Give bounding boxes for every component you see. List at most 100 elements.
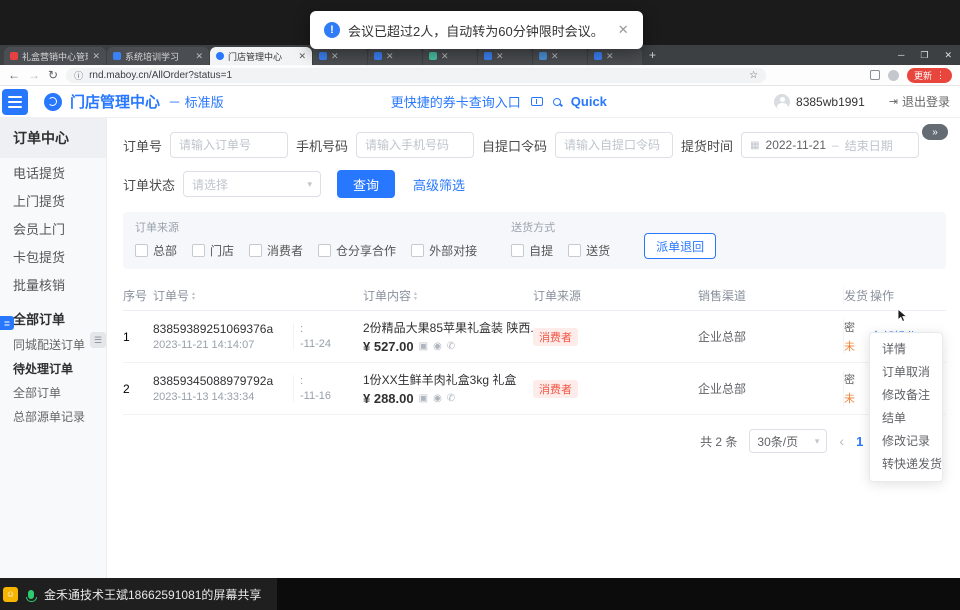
gift-icon[interactable]: ▣ — [419, 393, 428, 404]
reload-icon[interactable]: ↻ — [48, 69, 58, 81]
address-bar[interactable]: ⓘ rnd.maboy.cn/AllOrder?status=1 ☆ — [66, 68, 766, 83]
sidebar-item-door-pickup[interactable]: 上门提货 — [0, 186, 106, 214]
screen-share-chip: ☺ 金禾通技术王斌18662591081的屏幕共享 — [0, 578, 277, 610]
menu-item-settle[interactable]: 结单 — [870, 407, 942, 430]
extensions-icon[interactable] — [870, 70, 880, 80]
logout-button[interactable]: ⇥ 退出登录 — [889, 93, 950, 110]
sort-icon[interactable]: ▴▾ — [192, 292, 195, 302]
tab-close-icon[interactable]: ✕ — [386, 51, 394, 62]
chevron-down-icon: ▾ — [307, 179, 312, 190]
tab-close-icon[interactable]: ✕ — [441, 51, 449, 62]
browser-tab[interactable]: ✕ — [313, 47, 367, 65]
browser-tab[interactable]: ✕ — [478, 47, 532, 65]
checkbox-self-pickup[interactable]: 自提 — [511, 242, 553, 259]
hamburger-menu-icon[interactable] — [2, 89, 28, 115]
tab-close-icon[interactable]: ✕ — [606, 51, 614, 62]
checkbox-consumer[interactable]: 消费者 — [249, 242, 303, 259]
meeting-app-icon: ☺ — [3, 587, 18, 602]
checkbox-external[interactable]: 外部对接 — [411, 242, 477, 259]
tab-close-icon[interactable]: ✕ — [551, 51, 559, 62]
user-avatar — [774, 94, 790, 110]
dispatch-return-button[interactable]: 派单退回 — [644, 233, 716, 259]
sidebar-item-all-orders[interactable]: 全部订单 — [0, 380, 106, 404]
coupon-query-link[interactable]: 更快捷的券卡查询入口 — [391, 92, 521, 111]
tab-close-icon[interactable]: ✕ — [331, 51, 339, 62]
browser-tab[interactable]: ✕ — [368, 47, 422, 65]
app-icon[interactable]: ◉ — [433, 393, 442, 404]
channel-cell: 企业总部 — [698, 380, 843, 397]
browser-tab[interactable]: ✕ — [588, 47, 642, 65]
browser-tab[interactable]: 系统培训学习 ✕ — [107, 47, 209, 65]
menu-dots-icon[interactable]: ⋮ — [936, 70, 945, 81]
new-tab-button[interactable]: + — [649, 48, 656, 62]
menu-item-cancel-order[interactable]: 订单取消 — [870, 361, 942, 384]
sidebar-list-toggle-icon[interactable]: ☰ — [90, 332, 106, 348]
header-label: 订单内容 — [363, 289, 411, 303]
tab-favicon — [484, 52, 492, 60]
chrome-update-button[interactable]: 更新 ⋮ — [907, 68, 952, 83]
search-button[interactable]: 查询 — [337, 170, 395, 198]
checkbox-store[interactable]: 门店 — [192, 242, 234, 259]
header-content[interactable]: 订单内容▴▾ — [363, 287, 533, 304]
date-range-picker[interactable]: ▦ 2022-11-21 – 结束日期 — [741, 132, 919, 158]
browser-profile-icon[interactable] — [888, 70, 899, 81]
menu-item-edit-record[interactable]: 修改记录 — [870, 430, 942, 453]
order-no-input[interactable] — [170, 132, 288, 158]
menu-item-edit-note[interactable]: 修改备注 — [870, 384, 942, 407]
menu-item-express-ship[interactable]: 转快递发货 — [870, 453, 942, 476]
sidebar-floating-tag-icon[interactable]: ≣ — [0, 316, 14, 330]
tab-close-icon[interactable]: ✕ — [195, 51, 203, 62]
bookmark-star-icon[interactable]: ☆ — [749, 70, 758, 81]
app-header: 门店管理中心 － 标准版 更快捷的券卡查询入口 Quick 8385wb1991… — [0, 86, 960, 118]
sort-icon[interactable]: ▴▾ — [414, 292, 417, 302]
tab-close-icon[interactable]: ✕ — [298, 51, 306, 62]
browser-tab-active[interactable]: 门店管理中心 ✕ — [210, 47, 312, 65]
page-size-select[interactable]: 30条/页 ▾ — [749, 429, 827, 453]
tab-close-icon[interactable]: ✕ — [496, 51, 504, 62]
app-icon[interactable]: ◉ — [433, 341, 442, 352]
channel-cell: 企业总部 — [698, 328, 843, 345]
order-source-group: 订单来源 总部 门店 消费者 仓分享合作 外部对接 — [135, 219, 477, 259]
maximize-icon[interactable]: ❐ — [920, 50, 928, 61]
shipping-fragment-top: 密 — [844, 371, 870, 387]
checkbox-hq[interactable]: 总部 — [135, 242, 177, 259]
checkbox-label: 自提 — [529, 242, 553, 259]
phone-icon[interactable]: ✆ — [447, 393, 455, 404]
checkbox-label: 消费者 — [267, 242, 303, 259]
browser-tab[interactable]: 礼盒营销中心管理中心 ✕ — [4, 47, 106, 65]
current-page[interactable]: 1 — [856, 434, 863, 449]
minimize-icon[interactable]: ─ — [898, 50, 904, 60]
order-status-select[interactable]: 请选择 ▾ — [183, 171, 321, 197]
collapse-panel-icon[interactable]: » — [922, 124, 948, 140]
order-no: 83859389251069376a — [153, 322, 293, 336]
phone-icon[interactable]: ✆ — [447, 341, 455, 352]
pickup-code-input[interactable] — [555, 132, 673, 158]
forward-icon[interactable]: → — [28, 69, 40, 81]
back-icon[interactable]: ← — [8, 69, 20, 81]
advanced-filter-link[interactable]: 高级筛选 — [413, 175, 465, 194]
sidebar-item-pending-orders[interactable]: 待处理订单 — [0, 356, 106, 380]
browser-tab[interactable]: ✕ — [423, 47, 477, 65]
sidebar-item-phone-pickup[interactable]: 电话提货 — [0, 158, 106, 186]
user-menu[interactable]: 8385wb1991 — [774, 94, 865, 110]
gift-icon[interactable]: ▣ — [419, 341, 428, 352]
order-no-label: 订单号 — [123, 136, 162, 155]
sidebar-item-batch-verify[interactable]: 批量核销 — [0, 270, 106, 298]
prev-page-icon[interactable]: ‹ — [839, 433, 844, 449]
sidebar-item-hq-source-records[interactable]: 总部源单记录 — [0, 404, 106, 428]
browser-tab[interactable]: ✕ — [533, 47, 587, 65]
phone-input[interactable] — [356, 132, 474, 158]
tab-close-icon[interactable]: ✕ — [92, 51, 100, 62]
sidebar-item-member-visit[interactable]: 会员上门 — [0, 214, 106, 242]
sidebar-item-card-pickup[interactable]: 卡包提货 — [0, 242, 106, 270]
quick-search-link[interactable]: Quick — [571, 94, 607, 109]
menu-item-details[interactable]: 详情 — [870, 338, 942, 361]
sidebar-group-all-orders[interactable]: 全部订单 — [0, 304, 106, 332]
checkbox-delivery[interactable]: 送货 — [568, 242, 610, 259]
header-order-no[interactable]: 订单号▴▾ — [153, 287, 293, 304]
toast-close-icon[interactable]: ✕ — [618, 22, 629, 38]
info-icon: ! — [324, 22, 340, 38]
close-icon[interactable]: ✕ — [944, 50, 952, 61]
site-info-icon[interactable]: ⓘ — [74, 69, 83, 82]
checkbox-warehouse-share[interactable]: 仓分享合作 — [318, 242, 396, 259]
